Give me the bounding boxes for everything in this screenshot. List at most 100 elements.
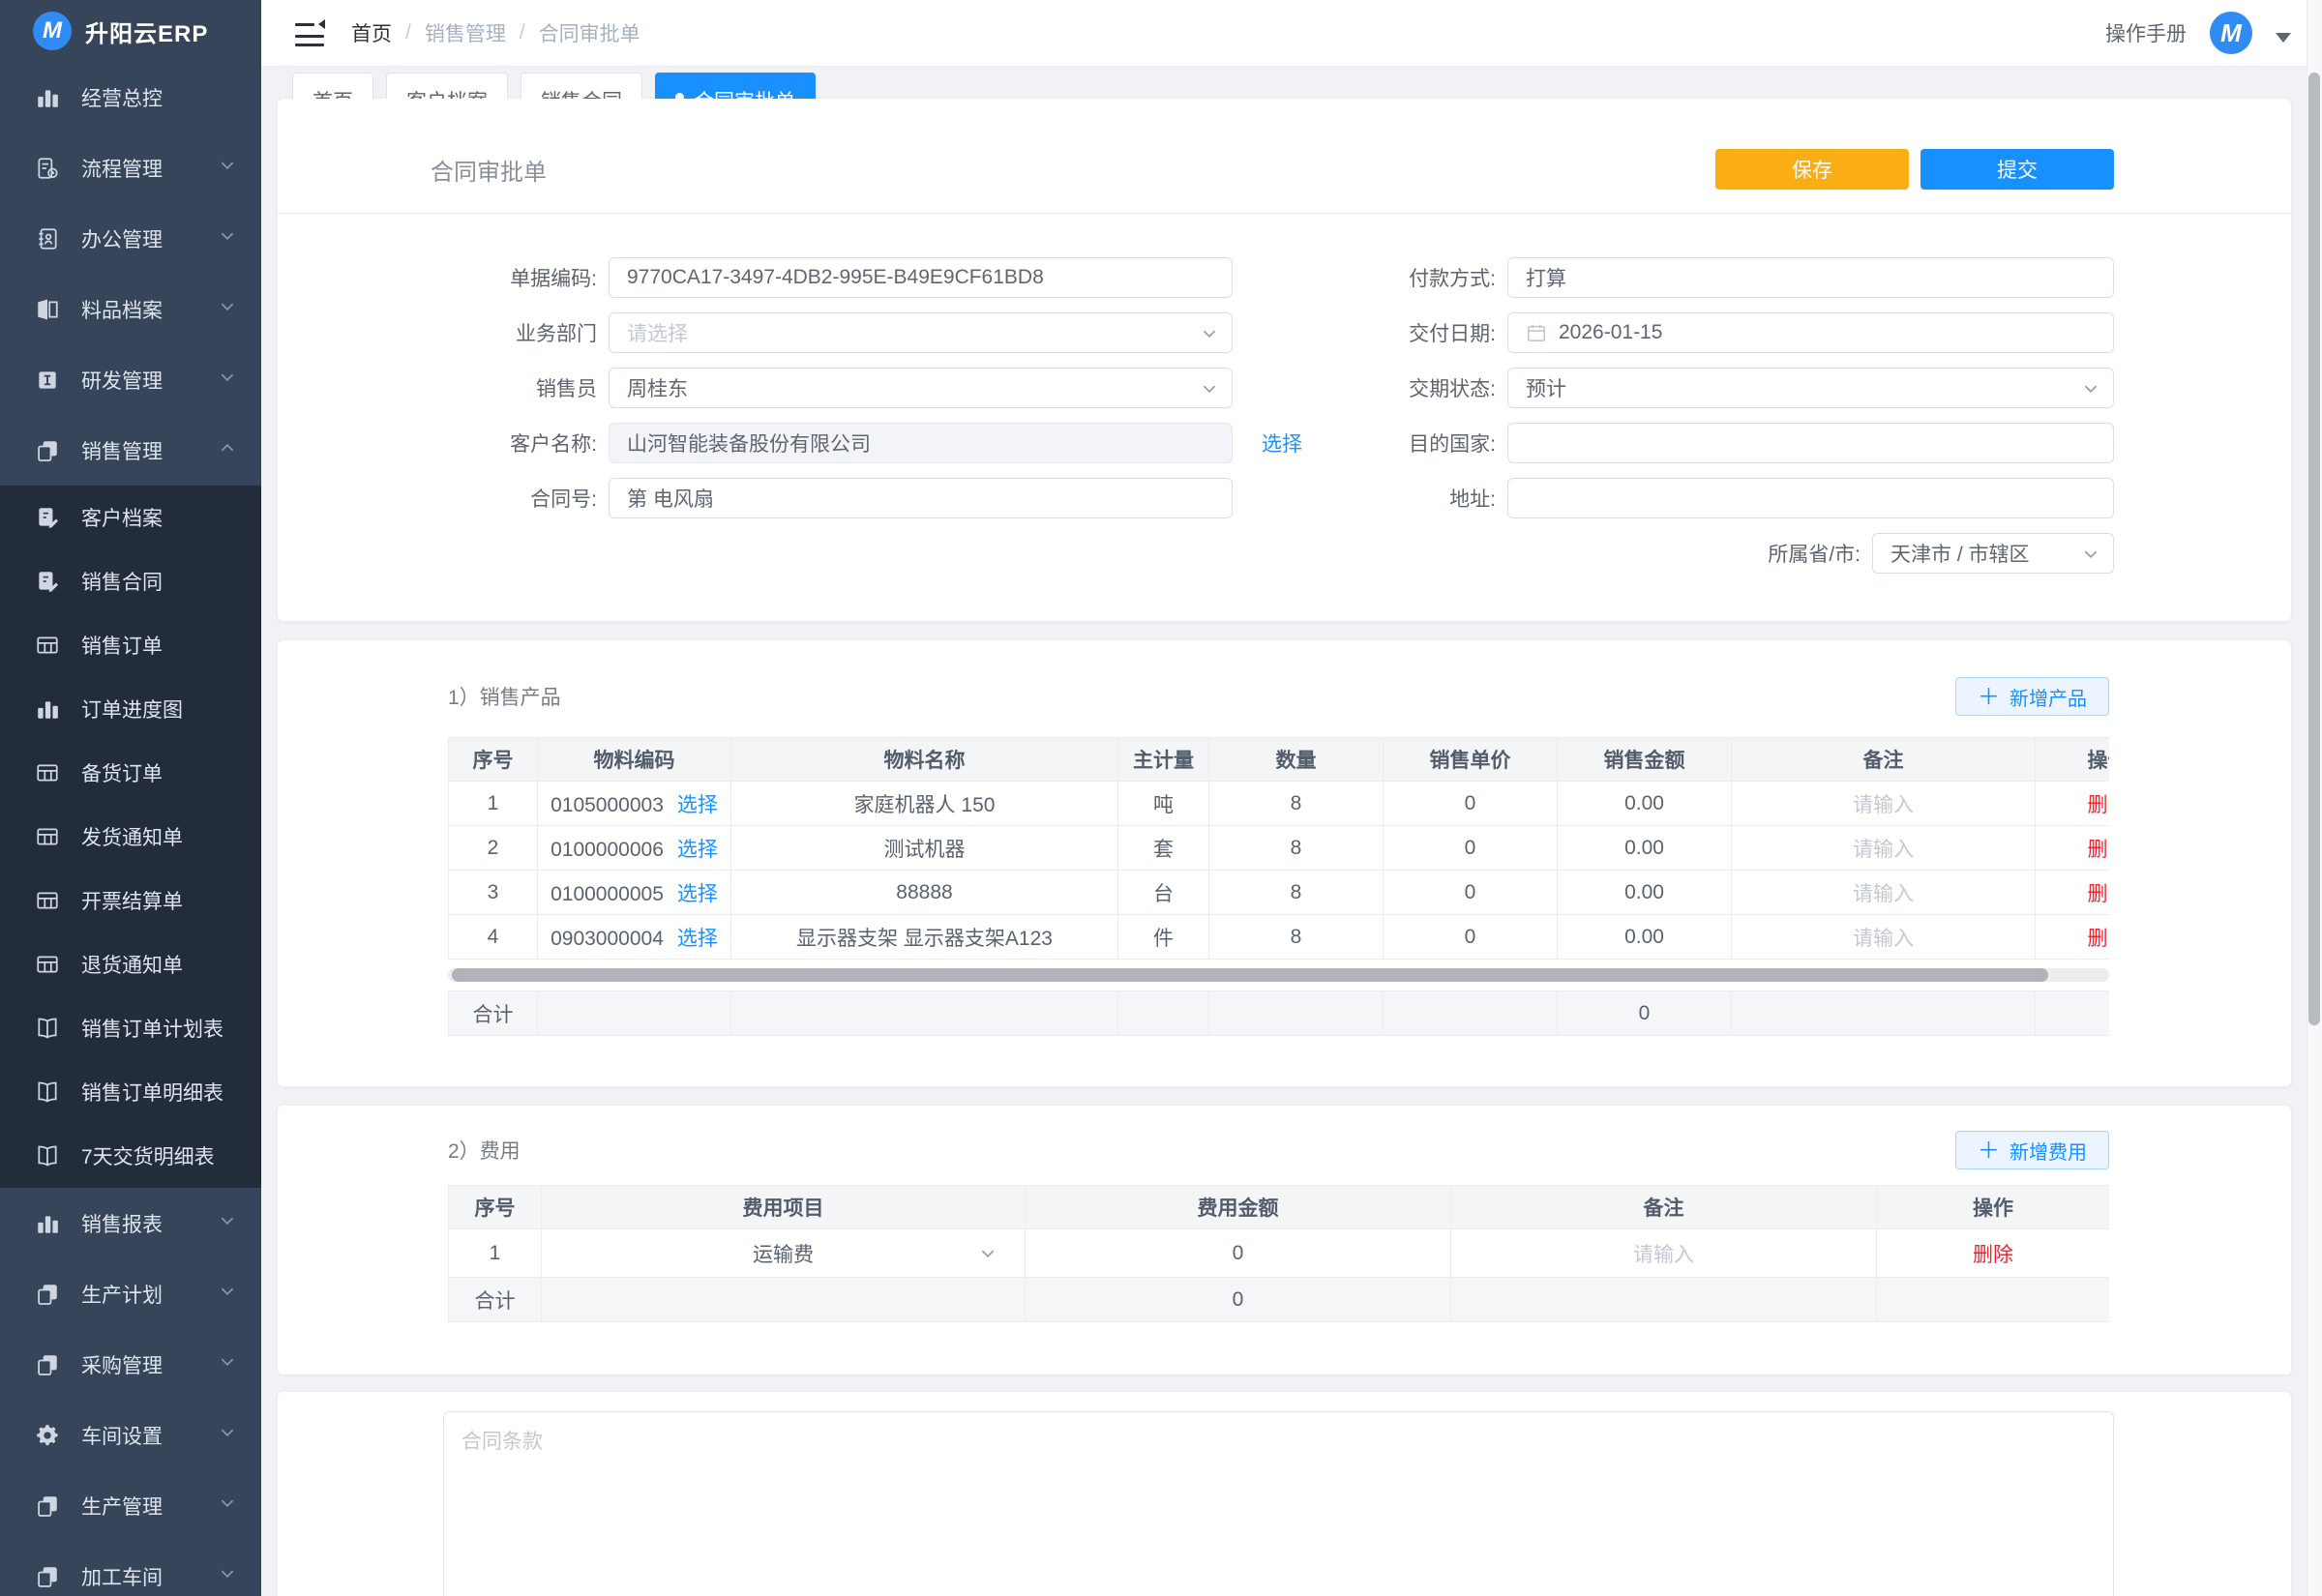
destination-country-field[interactable]: [1507, 423, 2114, 463]
contract-terms-textarea[interactable]: [443, 1411, 2114, 1596]
tab-销售合同[interactable]: 销售合同: [521, 73, 642, 99]
sidebar-item-生产计划[interactable]: 生产计划: [0, 1258, 261, 1329]
delete-row-link[interactable]: 删除: [2088, 839, 2110, 861]
sidebar-item-加工车间[interactable]: 加工车间: [0, 1541, 261, 1596]
select-material-link[interactable]: 选择: [677, 883, 718, 905]
fee-amount-cell[interactable]: 0: [1026, 1229, 1451, 1278]
fee-item-cell[interactable]: 运输费: [542, 1229, 1026, 1278]
delivery-status-select[interactable]: 预计: [1507, 368, 2114, 408]
user-avatar-m-icon[interactable]: M: [2210, 12, 2252, 54]
add-fee-button[interactable]: ＋ 新增费用: [1955, 1131, 2109, 1169]
products-col-header: 物料名称: [731, 738, 1118, 782]
sidebar-item-研发管理[interactable]: 研发管理: [0, 344, 261, 415]
qty-cell[interactable]: 8: [1209, 871, 1384, 915]
sidebar-item-label: 料品档案: [81, 295, 197, 324]
save-button[interactable]: 保存: [1715, 149, 1909, 190]
delete-row-link[interactable]: 删除: [2088, 883, 2110, 905]
sidebar-item-备货订单[interactable]: 备货订单: [0, 741, 261, 805]
business-dept-select[interactable]: 请选择: [609, 312, 1233, 353]
fees-col-header: 费用项目: [542, 1186, 1026, 1229]
terms-section: [278, 1392, 2291, 1596]
sidebar-item-销售管理[interactable]: 销售管理: [0, 415, 261, 486]
sidebar-item-料品档案[interactable]: 料品档案: [0, 274, 261, 344]
sidebar-item-采购管理[interactable]: 采购管理: [0, 1329, 261, 1400]
province-city-cascader[interactable]: 天津市 / 市辖区: [1872, 533, 2114, 574]
sidebar-item-生产管理[interactable]: 生产管理: [0, 1470, 261, 1541]
tab-合同审批单[interactable]: 合同审批单: [655, 73, 816, 99]
delete-row-link[interactable]: 删除: [2088, 794, 2110, 816]
horizontal-scrollbar-thumb[interactable]: [452, 968, 2048, 982]
chevron-down-icon: [2082, 380, 2099, 403]
note-cell[interactable]: 请输入: [1732, 871, 2036, 915]
note-cell[interactable]: 请输入: [1732, 782, 2036, 826]
bar-chart-icon: [35, 1211, 60, 1236]
sidebar-item-销售订单明细表[interactable]: 销售订单明细表: [0, 1060, 261, 1124]
price-cell[interactable]: 0: [1384, 782, 1558, 826]
sidebar-item-开票结算单[interactable]: 开票结算单: [0, 869, 261, 932]
chevron-down-icon: [219, 298, 236, 321]
topbar-right: 操作手册 M: [2105, 12, 2291, 54]
delete-row-link[interactable]: 删除: [1973, 1244, 2013, 1266]
products-total-row: 合计0: [448, 990, 2109, 1036]
breadcrumb-item[interactable]: 首页: [351, 18, 392, 47]
menu-fold-icon[interactable]: [295, 19, 326, 46]
payment-method-field[interactable]: 打算: [1507, 257, 2114, 298]
unit-cell: 台: [1118, 871, 1209, 915]
chevron-down-icon[interactable]: [2276, 33, 2291, 43]
sidebar-item-销售报表[interactable]: 销售报表: [0, 1188, 261, 1258]
tab-label: 首页: [313, 86, 353, 99]
manual-link[interactable]: 操作手册: [2105, 18, 2187, 47]
select-material-link[interactable]: 选择: [677, 839, 718, 861]
tab-首页[interactable]: 首页: [292, 73, 373, 99]
page-scrollbar-thumb[interactable]: [2308, 73, 2320, 1025]
total-amount: 0: [1026, 1278, 1451, 1322]
sidebar-item-客户档案[interactable]: 客户档案: [0, 486, 261, 549]
breadcrumb-separator: /: [520, 21, 525, 44]
sidebar-item-销售订单[interactable]: 销售订单: [0, 613, 261, 677]
qty-cell[interactable]: 8: [1209, 826, 1384, 871]
fees-col-header: 费用金额: [1026, 1186, 1451, 1229]
products-col-header: 备注: [1732, 738, 2036, 782]
add-product-button[interactable]: ＋ 新增产品: [1955, 677, 2109, 716]
table-icon: [35, 888, 60, 913]
note-cell[interactable]: 请输入: [1732, 826, 2036, 871]
sidebar-item-7天交货明细表[interactable]: 7天交货明细表: [0, 1124, 261, 1188]
price-cell[interactable]: 0: [1384, 915, 1558, 960]
form-label: 地址:: [1231, 484, 1496, 513]
page-scrollbar-track[interactable]: [2307, 0, 2322, 1596]
sidebar-item-退货通知单[interactable]: 退货通知单: [0, 932, 261, 996]
tab-客户档案[interactable]: 客户档案: [386, 73, 508, 99]
sidebar-item-经营总控[interactable]: 经营总控: [0, 62, 261, 133]
breadcrumb-item[interactable]: 合同审批单: [539, 18, 640, 47]
sidebar-item-办公管理[interactable]: 办公管理: [0, 203, 261, 274]
sidebar-item-流程管理[interactable]: 流程管理: [0, 133, 261, 203]
tab-strip: 首页 客户档案销售合同合同审批单: [278, 67, 2291, 99]
horizontal-scrollbar[interactable]: [448, 968, 2109, 982]
delivery-date-field[interactable]: 2026-01-15: [1507, 312, 2114, 353]
select-material-link[interactable]: 选择: [677, 794, 718, 816]
select-material-link[interactable]: 选择: [677, 928, 718, 950]
delete-row-link[interactable]: 删除: [2088, 928, 2110, 950]
customer-name-field[interactable]: 山河智能装备股份有限公司: [609, 423, 1233, 463]
qty-cell[interactable]: 8: [1209, 915, 1384, 960]
sidebar-item-label: 备货订单: [81, 758, 236, 787]
material-name-cell: 测试机器: [731, 826, 1118, 871]
submit-button[interactable]: 提交: [1920, 149, 2114, 190]
note-cell[interactable]: 请输入: [1732, 915, 2036, 960]
breadcrumb-item[interactable]: 销售管理: [425, 18, 506, 47]
sidebar-item-label: 开票结算单: [81, 886, 236, 915]
sidebar-item-销售合同[interactable]: 销售合同: [0, 549, 261, 613]
qty-cell[interactable]: 8: [1209, 782, 1384, 826]
field-value: 请选择: [627, 318, 688, 347]
sidebar-item-发货通知单[interactable]: 发货通知单: [0, 805, 261, 869]
sidebar-item-销售订单计划表[interactable]: 销售订单计划表: [0, 996, 261, 1060]
price-cell[interactable]: 0: [1384, 871, 1558, 915]
salesperson-select[interactable]: 周桂东: [609, 368, 1233, 408]
price-cell[interactable]: 0: [1384, 826, 1558, 871]
note-cell[interactable]: 请输入: [1451, 1229, 1877, 1278]
doc-code-field[interactable]: 9770CA17-3497-4DB2-995E-B49E9CF61BD8: [609, 257, 1233, 298]
sidebar-item-订单进度图[interactable]: 订单进度图: [0, 677, 261, 741]
address-field[interactable]: [1507, 478, 2114, 518]
sidebar-item-车间设置[interactable]: 车间设置: [0, 1400, 261, 1470]
contract-no-field[interactable]: 第 电风扇: [609, 478, 1233, 518]
